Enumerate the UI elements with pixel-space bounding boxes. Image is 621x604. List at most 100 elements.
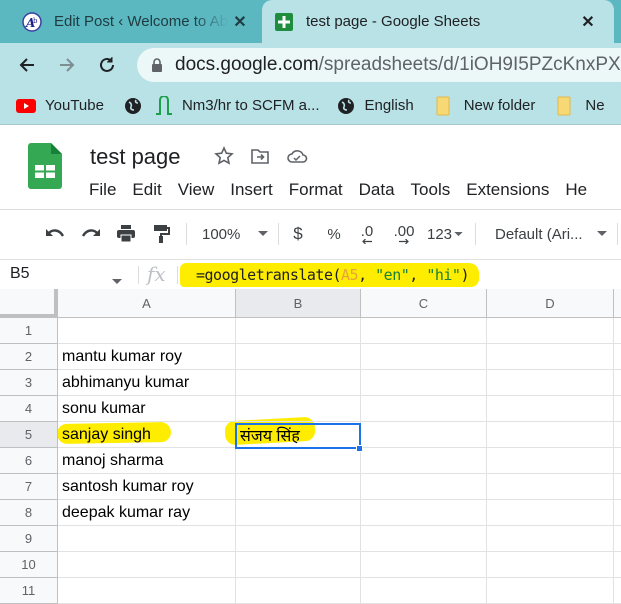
cell-d2[interactable] <box>487 344 614 370</box>
more-formats-button[interactable]: 123 <box>424 211 466 257</box>
cell-b4[interactable] <box>236 396 361 422</box>
column-header-e[interactable] <box>614 289 621 318</box>
cell-a3[interactable]: abhimanyu kumar <box>58 370 236 396</box>
cell-d1[interactable] <box>487 318 614 344</box>
cell-e7[interactable] <box>614 474 621 500</box>
cell-e4[interactable] <box>614 396 621 422</box>
row-header[interactable]: 1 <box>0 318 58 344</box>
column-header-a[interactable]: A <box>58 289 236 318</box>
row-header[interactable]: 7 <box>0 474 58 500</box>
cell-b2[interactable] <box>236 344 361 370</box>
menu-view[interactable]: View <box>178 180 215 200</box>
cell-b6[interactable] <box>236 448 361 474</box>
row-header[interactable]: 3 <box>0 370 58 396</box>
cell-d8[interactable] <box>487 500 614 526</box>
back-button[interactable] <box>13 51 41 79</box>
cell-c5[interactable] <box>361 422 487 448</box>
menu-tools[interactable]: Tools <box>411 180 451 200</box>
name-box-dropdown-icon[interactable] <box>112 272 122 290</box>
cell-d5[interactable] <box>487 422 614 448</box>
redo-button[interactable] <box>78 211 104 257</box>
row-header[interactable]: 2 <box>0 344 58 370</box>
cell-a2[interactable]: mantu kumar roy <box>58 344 236 370</box>
column-header-d[interactable]: D <box>487 289 614 318</box>
reload-button[interactable] <box>93 51 121 79</box>
cell-b7[interactable] <box>236 474 361 500</box>
cell-a7[interactable]: santosh kumar roy <box>58 474 236 500</box>
decrease-decimal-button[interactable]: .0 <box>354 211 380 257</box>
increase-decimal-button[interactable]: .00 <box>390 211 418 257</box>
close-tab-icon[interactable]: ✕ <box>228 12 252 32</box>
bookmark-english[interactable]: English <box>337 97 414 115</box>
address-bar[interactable]: docs.google.com/spreadsheets/d/1iOH9I5PZ… <box>137 48 621 82</box>
row-header[interactable]: 4 <box>0 396 58 422</box>
cell-e6[interactable] <box>614 448 621 474</box>
cell-e9[interactable] <box>614 526 621 552</box>
cell-a9[interactable] <box>58 526 236 552</box>
menu-extensions[interactable]: Extensions <box>466 180 549 200</box>
cell-a1[interactable] <box>58 318 236 344</box>
spreadsheet-grid[interactable]: A B C D 1 2 mantu kumar roy 3 abhimanyu kuma… <box>0 289 621 604</box>
move-to-folder-icon[interactable] <box>250 146 270 171</box>
cell-c8[interactable] <box>361 500 487 526</box>
star-icon[interactable] <box>214 146 234 171</box>
cell-d11[interactable] <box>487 578 614 604</box>
row-header[interactable]: 10 <box>0 552 58 578</box>
cell-e3[interactable] <box>614 370 621 396</box>
cloud-saved-icon[interactable] <box>286 146 308 171</box>
name-box[interactable]: B5 <box>10 265 30 283</box>
cell-d3[interactable] <box>487 370 614 396</box>
cell-d9[interactable] <box>487 526 614 552</box>
paint-format-button[interactable] <box>148 211 174 257</box>
cell-b8[interactable] <box>236 500 361 526</box>
undo-button[interactable] <box>42 211 68 257</box>
menu-format[interactable]: Format <box>289 180 343 200</box>
cell-d7[interactable] <box>487 474 614 500</box>
format-percent-button[interactable]: % <box>324 211 344 257</box>
formula-input[interactable]: =googletranslate(A5, "en", "hi") <box>180 263 479 287</box>
menu-help[interactable]: He <box>565 180 587 200</box>
cell-a6[interactable]: manoj sharma <box>58 448 236 474</box>
bookmark-youtube[interactable]: YouTube <box>16 97 104 114</box>
cell-e2[interactable] <box>614 344 621 370</box>
cell-c6[interactable] <box>361 448 487 474</box>
bookmark-folder-2[interactable]: Ne <box>557 96 605 116</box>
cell-e5[interactable] <box>614 422 621 448</box>
bookmark-new-folder[interactable]: New folder <box>436 96 535 116</box>
cell-d4[interactable] <box>487 396 614 422</box>
print-button[interactable] <box>113 211 139 257</box>
row-header[interactable]: 6 <box>0 448 58 474</box>
menu-edit[interactable]: Edit <box>132 180 161 200</box>
tab-edit-post[interactable]: Ab Edit Post ‹ Welcome to Abhi's Blog ✕ <box>0 0 262 43</box>
zoom-select[interactable]: 100% <box>196 211 270 257</box>
cell-c1[interactable] <box>361 318 487 344</box>
select-all-corner[interactable] <box>0 289 58 318</box>
cell-a4[interactable]: sonu kumar <box>58 396 236 422</box>
cell-e10[interactable] <box>614 552 621 578</box>
column-header-b[interactable]: B <box>236 289 361 318</box>
row-header[interactable]: 9 <box>0 526 58 552</box>
cell-c7[interactable] <box>361 474 487 500</box>
cell-b9[interactable] <box>236 526 361 552</box>
forward-button[interactable] <box>53 51 81 79</box>
menu-data[interactable]: Data <box>359 180 395 200</box>
column-header-c[interactable]: C <box>361 289 487 318</box>
cell-c3[interactable] <box>361 370 487 396</box>
cell-e11[interactable] <box>614 578 621 604</box>
cell-c2[interactable] <box>361 344 487 370</box>
cell-b10[interactable] <box>236 552 361 578</box>
cell-d6[interactable] <box>487 448 614 474</box>
row-header[interactable]: 8 <box>0 500 58 526</box>
cell-c4[interactable] <box>361 396 487 422</box>
bookmark-nm3hr[interactable]: Nm3/hr to SCFM a... <box>155 95 319 116</box>
format-currency-button[interactable]: $ <box>288 211 308 257</box>
cell-b3[interactable] <box>236 370 361 396</box>
fill-handle[interactable] <box>356 445 363 452</box>
cell-e8[interactable] <box>614 500 621 526</box>
cell-a5[interactable]: sanjay singh <box>58 422 236 448</box>
cell-c10[interactable] <box>361 552 487 578</box>
cell-a8[interactable]: deepak kumar ray <box>58 500 236 526</box>
menu-file[interactable]: File <box>89 180 116 200</box>
font-family-select[interactable]: Default (Ari... <box>488 211 610 257</box>
cell-a11[interactable] <box>58 578 236 604</box>
